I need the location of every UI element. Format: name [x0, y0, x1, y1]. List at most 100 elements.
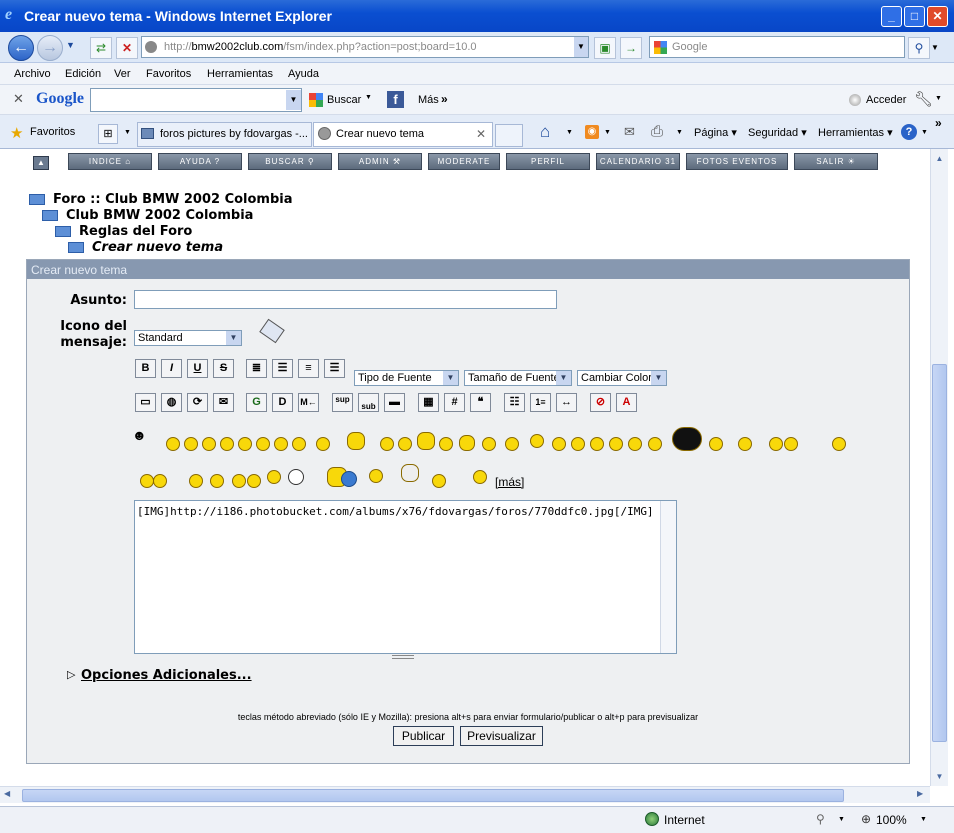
- smiley-icon[interactable]: [202, 437, 216, 451]
- nav-admin-button[interactable]: ADMIN ⚒: [338, 153, 422, 170]
- mail-icon[interactable]: ✉: [624, 124, 635, 140]
- numbered-list-icon[interactable]: 1≡: [530, 393, 551, 412]
- smiley-icon[interactable]: [571, 437, 585, 451]
- italic-button[interactable]: I: [161, 359, 182, 378]
- nav-indice-button[interactable]: INDICE ⌂: [68, 153, 152, 170]
- scrollbar-thumb[interactable]: [932, 364, 947, 742]
- smiley-icon[interactable]: [709, 437, 723, 451]
- security-menu[interactable]: Seguridad ▾: [748, 126, 807, 139]
- publicar-button[interactable]: Publicar: [393, 726, 454, 746]
- smiley-icon[interactable]: [590, 437, 604, 451]
- message-icon-select[interactable]: Standard ▼: [134, 330, 242, 346]
- tools-menu[interactable]: Herramientas ▾: [818, 126, 893, 139]
- smiley-icon[interactable]: [220, 437, 234, 451]
- bold-button[interactable]: B: [135, 359, 156, 378]
- smiley-icon[interactable]: [648, 437, 662, 451]
- smiley-icon[interactable]: [672, 427, 702, 451]
- wrench-dropdown-icon[interactable]: ▼: [935, 95, 942, 102]
- refresh-icon[interactable]: ⇄: [90, 37, 112, 59]
- feeds-icon[interactable]: ◉: [585, 125, 599, 139]
- insert-table-icon[interactable]: ▦: [418, 393, 439, 412]
- minimize-button[interactable]: _: [881, 6, 902, 27]
- google-dropdown-icon[interactable]: ▼: [286, 90, 301, 110]
- menu-ayuda[interactable]: Ayuda: [288, 68, 319, 80]
- smiley-icon[interactable]: [738, 437, 752, 451]
- insert-code-icon[interactable]: #: [444, 393, 465, 412]
- back-button[interactable]: ←: [8, 35, 34, 61]
- protected-dropdown-icon[interactable]: ▼: [838, 816, 845, 823]
- search-go-icon[interactable]: ⚲: [908, 37, 930, 59]
- resize-handle[interactable]: [392, 655, 414, 659]
- home-dropdown-icon[interactable]: ▼: [566, 129, 573, 136]
- scroll-left-icon[interactable]: ◀: [4, 789, 10, 798]
- tab-foros-pictures[interactable]: foros pictures by fdovargas -...: [137, 122, 312, 147]
- smiley-icon[interactable]: [609, 437, 623, 451]
- menu-ver[interactable]: Ver: [114, 68, 131, 80]
- print-dropdown-icon[interactable]: ▼: [676, 129, 683, 136]
- breadcrumb-reglas[interactable]: Reglas del Foro: [55, 224, 192, 239]
- smiley-icon[interactable]: [210, 474, 224, 488]
- smiley-icon[interactable]: [369, 469, 383, 483]
- scroll-down-icon[interactable]: ▼: [932, 769, 947, 784]
- nav-salir-button[interactable]: SALIR ☀: [794, 153, 878, 170]
- additional-options-link[interactable]: Opciones Adicionales...: [81, 668, 252, 683]
- compat-view-icon[interactable]: ▣: [594, 37, 616, 59]
- search-input[interactable]: Google: [649, 36, 905, 58]
- smiley-icon[interactable]: [432, 474, 446, 488]
- smiley-icon[interactable]: [256, 437, 270, 451]
- smiley-icon[interactable]: [552, 437, 566, 451]
- smiley-icon[interactable]: [832, 437, 846, 451]
- collapse-header-icon[interactable]: ▲: [33, 156, 49, 170]
- smiley-icon[interactable]: [784, 437, 798, 451]
- previsualizar-button[interactable]: Previsualizar: [460, 726, 543, 746]
- smiley-icon[interactable]: [247, 474, 261, 488]
- print-icon[interactable]: ⎙: [651, 123, 663, 140]
- vertical-scrollbar[interactable]: ▲ ▼: [930, 149, 948, 786]
- forward-button[interactable]: →: [37, 35, 63, 61]
- page-menu[interactable]: Página ▾: [694, 126, 737, 139]
- menu-favoritos[interactable]: Favoritos: [146, 68, 191, 80]
- close-toolbar-icon[interactable]: ✕: [13, 91, 24, 107]
- maximize-button[interactable]: □: [904, 6, 925, 27]
- strikethrough-button[interactable]: S: [213, 359, 234, 378]
- facebook-icon[interactable]: f: [387, 91, 404, 108]
- nav-perfil-button[interactable]: PERFIL: [506, 153, 590, 170]
- smiley-icon[interactable]: [189, 474, 203, 488]
- expand-triangle-icon[interactable]: ▷: [67, 668, 75, 681]
- horizontal-rule-icon[interactable]: ↔: [556, 393, 577, 412]
- spell-check-icon[interactable]: A: [616, 393, 637, 412]
- signin-button[interactable]: Acceder: [866, 94, 906, 106]
- close-tab-icon[interactable]: ✕: [476, 127, 486, 141]
- help-icon[interactable]: ?: [901, 124, 917, 140]
- smiley-icon[interactable]: [232, 474, 246, 488]
- wrench-icon[interactable]: 🔧︎: [914, 90, 933, 108]
- textarea-scrollbar[interactable]: [660, 501, 676, 653]
- home-icon[interactable]: ⌂: [540, 122, 550, 142]
- zoom-dropdown-icon[interactable]: ▼: [920, 816, 927, 823]
- superscript-icon[interactable]: sup: [332, 393, 353, 412]
- marquee-icon[interactable]: M←: [298, 393, 319, 412]
- align-center-button[interactable]: ≡: [298, 359, 319, 378]
- help-dropdown-icon[interactable]: ▼: [921, 129, 928, 136]
- protected-mode-icon[interactable]: ⚲: [816, 812, 825, 826]
- smiley-icon[interactable]: [166, 437, 180, 451]
- smiley-icon[interactable]: [473, 470, 487, 484]
- insert-quote-icon[interactable]: ❝: [470, 393, 491, 412]
- smiley-icon[interactable]: [769, 437, 783, 451]
- smiley-icon[interactable]: [140, 474, 154, 488]
- shadow-icon[interactable]: D: [272, 393, 293, 412]
- font-size-select[interactable]: Tamaño de Fuente ▼: [464, 370, 572, 386]
- nav-calendario-button[interactable]: CALENDARIO 31: [596, 153, 680, 170]
- smiley-icon[interactable]: [459, 435, 475, 451]
- insert-image-icon[interactable]: ▭: [135, 393, 156, 412]
- feeds-dropdown-icon[interactable]: ▼: [604, 129, 611, 136]
- tab-list-dropdown-icon[interactable]: ▼: [124, 129, 131, 136]
- nav-buscar-button[interactable]: BUSCAR ⚲: [248, 153, 332, 170]
- google-buscar-button[interactable]: Buscar: [327, 94, 361, 106]
- preformatted-button[interactable]: ≣: [246, 359, 267, 378]
- bullet-list-icon[interactable]: ☷: [504, 393, 525, 412]
- insert-link-icon[interactable]: ◍: [161, 393, 182, 412]
- smiley-icon[interactable]: ☻: [132, 427, 150, 445]
- favorites-button[interactable]: Favoritos: [30, 126, 75, 138]
- smiley-icon[interactable]: [238, 437, 252, 451]
